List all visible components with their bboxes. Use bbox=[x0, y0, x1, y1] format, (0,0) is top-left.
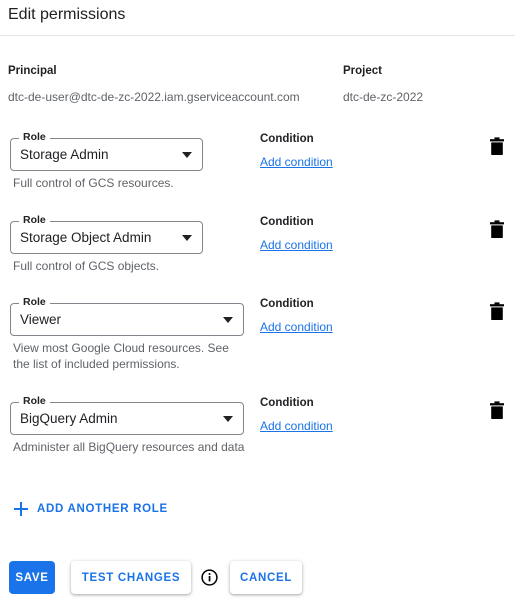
role-select-legend: Role bbox=[19, 214, 50, 226]
add-another-role-label: ADD ANOTHER ROLE bbox=[37, 503, 168, 515]
role-help-text: Full control of GCS objects. bbox=[13, 259, 160, 273]
role-select[interactable]: Role BigQuery Admin bbox=[10, 395, 244, 435]
role-select-legend: Role bbox=[19, 131, 50, 143]
role-row: Role Viewer View most Google Cloud resou… bbox=[0, 290, 515, 389]
principal-label: Principal bbox=[8, 65, 57, 77]
role-select-value: Storage Admin bbox=[20, 147, 109, 162]
delete-role-button[interactable] bbox=[488, 137, 506, 157]
delete-role-button[interactable] bbox=[488, 302, 506, 322]
chevron-down-icon bbox=[182, 235, 192, 241]
role-select-legend: Role bbox=[19, 395, 50, 407]
principal-value: dtc-de-user@dtc-de-zc-2022.iam.gservicea… bbox=[8, 90, 300, 104]
role-help-text: Full control of GCS resources. bbox=[13, 176, 174, 190]
role-select[interactable]: Role Storage Object Admin bbox=[10, 214, 203, 254]
condition-label: Condition bbox=[260, 216, 314, 228]
delete-role-button[interactable] bbox=[488, 220, 506, 240]
add-condition-link[interactable]: Add condition bbox=[260, 237, 333, 253]
test-changes-button[interactable]: TEST CHANGES bbox=[71, 561, 191, 594]
condition-label: Condition bbox=[260, 133, 314, 145]
identity-summary: Principal dtc-de-user@dtc-de-zc-2022.iam… bbox=[0, 63, 515, 105]
chevron-down-icon bbox=[223, 317, 233, 323]
save-button[interactable]: SAVE bbox=[9, 561, 55, 594]
dialog-footer: SAVE TEST CHANGES CANCEL bbox=[0, 561, 515, 595]
project-value: dtc-de-zc-2022 bbox=[343, 90, 424, 104]
role-select[interactable]: Role Viewer bbox=[10, 296, 244, 336]
dialog-header: Edit permissions bbox=[0, 0, 515, 36]
cancel-button[interactable]: CANCEL bbox=[230, 561, 302, 594]
delete-role-button[interactable] bbox=[488, 401, 506, 421]
add-condition-link[interactable]: Add condition bbox=[260, 418, 333, 434]
role-select-legend: Role bbox=[19, 296, 50, 308]
add-condition-link[interactable]: Add condition bbox=[260, 319, 333, 335]
add-condition-link[interactable]: Add condition bbox=[260, 154, 333, 170]
role-row: Role Storage Admin Full control of GCS r… bbox=[0, 125, 515, 208]
plus-icon bbox=[14, 502, 28, 516]
role-row: Role BigQuery Admin Administer all BigQu… bbox=[0, 389, 515, 488]
principal-column: Principal dtc-de-user@dtc-de-zc-2022.iam… bbox=[8, 63, 300, 105]
condition-label: Condition bbox=[260, 298, 314, 310]
role-select[interactable]: Role Storage Admin bbox=[10, 131, 203, 171]
role-select-value: Storage Object Admin bbox=[20, 230, 152, 245]
project-column: Project dtc-de-zc-2022 bbox=[343, 63, 423, 105]
page-title: Edit permissions bbox=[8, 6, 126, 23]
add-another-role-button[interactable]: ADD ANOTHER ROLE bbox=[14, 498, 168, 520]
role-row: Role Storage Object Admin Full control o… bbox=[0, 208, 515, 291]
role-select-value: Viewer bbox=[20, 312, 62, 327]
info-icon[interactable] bbox=[201, 569, 218, 586]
project-label: Project bbox=[343, 65, 382, 77]
chevron-down-icon bbox=[223, 416, 233, 422]
role-help-text: Administer all BigQuery resources and da… bbox=[13, 440, 245, 454]
chevron-down-icon bbox=[182, 152, 192, 158]
role-select-value: BigQuery Admin bbox=[20, 411, 118, 426]
role-help-text: View most Google Cloud resources. See th… bbox=[13, 341, 229, 371]
condition-label: Condition bbox=[260, 397, 314, 409]
